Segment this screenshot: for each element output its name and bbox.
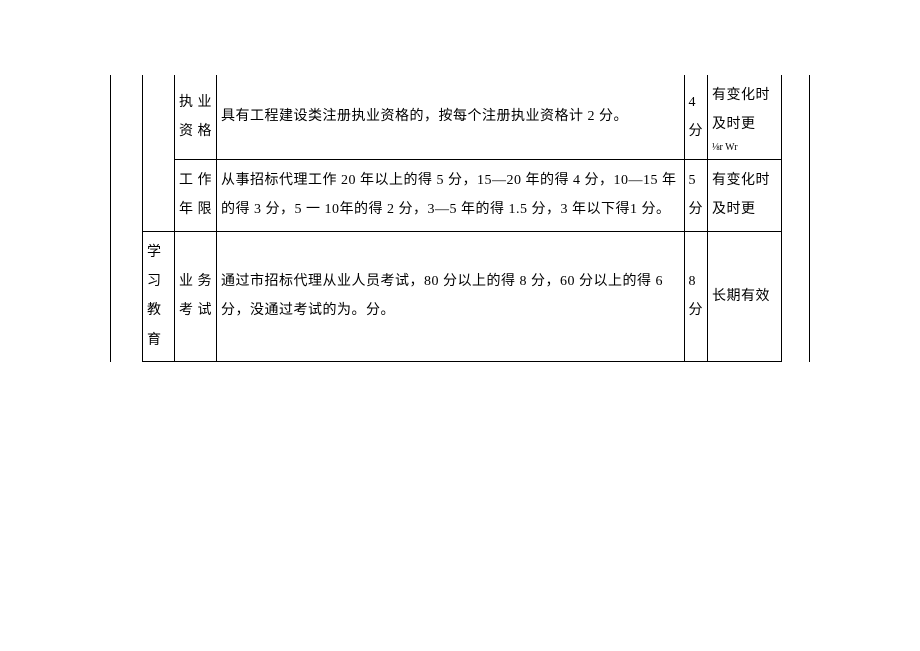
cell-note: 长期有效 [708, 231, 782, 362]
cell-description: 具有工程建设类注册执业资格的，按每个注册执业资格计 2 分。 [217, 75, 685, 159]
cell-item-name: 执业资格 [175, 75, 217, 159]
cell-score: 4分 [684, 75, 708, 159]
cell-item-name: 业 务考试 [175, 231, 217, 362]
cell-note: 有变化时及时更 ⅛r Wr [708, 75, 782, 159]
cell-trailing [782, 75, 810, 362]
cell-score: 8分 [684, 231, 708, 362]
cell-description: 通过市招标代理从业人员考试，80 分以上的得 8 分，60 分以上的得 6 分，… [217, 231, 685, 362]
table-row: 学习教育 业 务考试 通过市招标代理从业人员考试，80 分以上的得 8 分，60… [111, 231, 810, 362]
scoring-table: 执业资格 具有工程建设类注册执业资格的，按每个注册执业资格计 2 分。 4分 有… [110, 75, 810, 362]
cell-category-major [111, 75, 143, 362]
cell-note: 有变化时及时更 [708, 159, 782, 231]
cell-description: 从事招标代理工作 20 年以上的得 5 分，15—20 年的得 4 分，10—1… [217, 159, 685, 231]
cell-score: 5分 [684, 159, 708, 231]
cell-item-name: 工 作年限 [175, 159, 217, 231]
table-row: 执业资格 具有工程建设类注册执业资格的，按每个注册执业资格计 2 分。 4分 有… [111, 75, 810, 159]
cell-note-text: 有变化时及时更 [712, 88, 770, 132]
cell-category-mid: 学习教育 [143, 231, 175, 362]
cell-category-mid [143, 75, 175, 231]
cell-note-suffix: ⅛r Wr [712, 142, 777, 153]
table-row: 工 作年限 从事招标代理工作 20 年以上的得 5 分，15—20 年的得 4 … [111, 159, 810, 231]
